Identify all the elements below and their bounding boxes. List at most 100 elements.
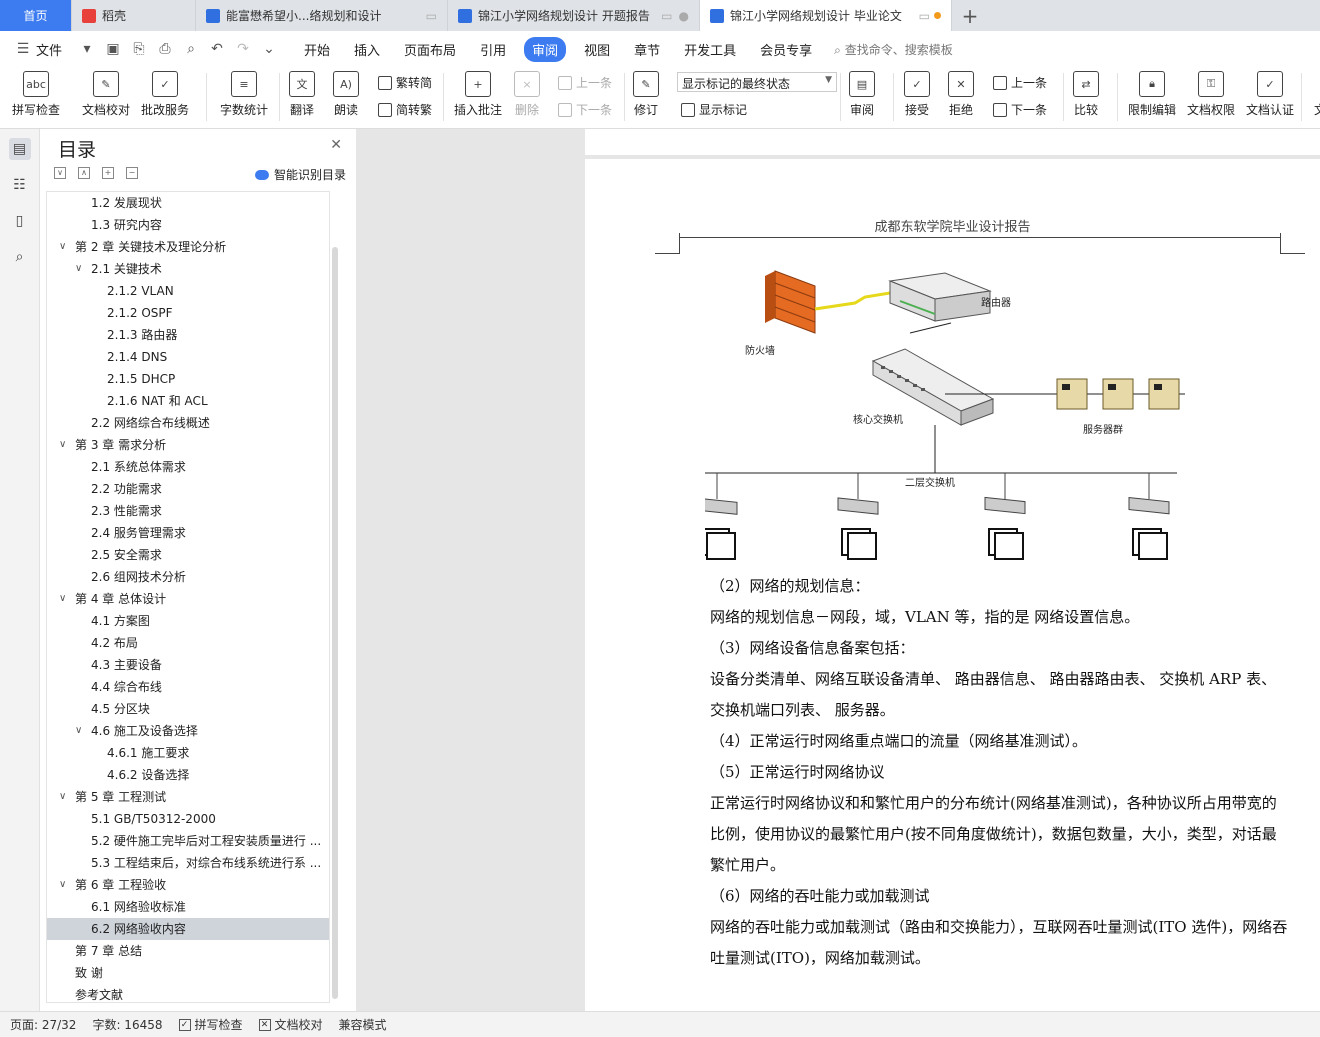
toc-item[interactable]: 4.1 方案图 bbox=[47, 610, 329, 632]
toc-item[interactable]: 4.5 分区块 bbox=[47, 698, 329, 720]
toc-item[interactable]: ∨ 第 4 章 总体设计 bbox=[47, 588, 329, 610]
toc-item[interactable]: 5.2 硬件施工完毕后对工程安装质量进行 ... bbox=[47, 830, 329, 852]
toc-item[interactable]: 4.4 综合布线 bbox=[47, 676, 329, 698]
toc-item-selected[interactable]: 6.2 网络验收内容 bbox=[47, 918, 329, 940]
toc-item[interactable]: 2.2 功能需求 bbox=[47, 478, 329, 500]
toc-item[interactable]: ∨ 2.1 关键技术 bbox=[47, 258, 329, 280]
expand-up-icon[interactable]: ∧ bbox=[78, 167, 90, 179]
toc-item[interactable]: 4.6.1 施工要求 bbox=[47, 742, 329, 764]
toc-item[interactable]: 2.1.6 NAT 和 ACL bbox=[47, 390, 329, 412]
chevron-down-icon[interactable]: ∨ bbox=[59, 874, 66, 896]
menu-item-3[interactable]: 引用 bbox=[468, 40, 518, 59]
toc-scrollbar[interactable] bbox=[332, 247, 338, 999]
preview-icon[interactable]: ⌕ bbox=[183, 41, 199, 57]
simp-to-trad-button[interactable]: 简转繁 bbox=[378, 101, 432, 118]
accept-button[interactable]: ✓ 接受 bbox=[904, 71, 930, 118]
delete-comment-button[interactable]: × 删除 bbox=[514, 71, 540, 118]
toc-item[interactable]: 6.1 网络验收标准 bbox=[47, 896, 329, 918]
word-count-indicator[interactable]: 字数: 16458 bbox=[92, 1016, 162, 1033]
chevron-down-icon[interactable]: ∨ bbox=[59, 434, 66, 456]
new-tab-button[interactable]: + bbox=[952, 0, 988, 31]
toc-item[interactable]: 2.3 性能需求 bbox=[47, 500, 329, 522]
compare-button[interactable]: ⇄ 比较 bbox=[1073, 71, 1099, 118]
toc-item[interactable]: 第 7 章 总结 bbox=[47, 940, 329, 962]
show-markup-button[interactable]: 显示标记 bbox=[681, 101, 747, 118]
redo-icon[interactable]: ↷ bbox=[235, 41, 251, 57]
chevron-down-icon[interactable]: ∨ bbox=[75, 258, 82, 280]
toc-item[interactable]: 2.1.4 DNS bbox=[47, 346, 329, 368]
next-change-button[interactable]: 下一条 bbox=[993, 101, 1047, 118]
toc-item[interactable]: 1.2 发展现状 bbox=[47, 192, 329, 214]
doc-cert-button[interactable]: ✓ 文档认证 bbox=[1246, 71, 1294, 118]
translate-button[interactable]: 文翻译 bbox=[289, 71, 315, 118]
tab-docer[interactable]: 稻壳 bbox=[72, 0, 196, 31]
toc-item[interactable]: 4.2 布局 bbox=[47, 632, 329, 654]
menu-item-5[interactable]: 视图 bbox=[572, 40, 622, 59]
tab-doc-1[interactable]: 能富懋希望小...络规划和设计 ▭ bbox=[196, 0, 448, 31]
chevron-down-icon[interactable]: ∨ bbox=[59, 786, 66, 808]
export-icon[interactable]: ⎘ bbox=[131, 41, 147, 57]
restrict-edit-button[interactable]: 🔒︎ 限制编辑 bbox=[1128, 71, 1176, 118]
tab-close-icon[interactable]: ● bbox=[679, 9, 689, 23]
tab-doc-3-active[interactable]: 锦江小学网络规划设计 毕业论文 ▭ bbox=[700, 0, 952, 31]
more-icon[interactable]: ⌄ bbox=[261, 41, 277, 57]
prev-comment-button[interactable]: 上一条 bbox=[558, 74, 612, 91]
toc-item[interactable]: 2.6 组网技术分析 bbox=[47, 566, 329, 588]
toc-item[interactable]: 4.6.2 设备选择 bbox=[47, 764, 329, 786]
spell-check-button[interactable]: abc 拼写检查 bbox=[12, 71, 60, 118]
prev-change-button[interactable]: 上一条 bbox=[993, 74, 1047, 91]
batch-service-button[interactable]: ✓ 批改服务 bbox=[141, 71, 189, 118]
command-search[interactable]: ⌕ 查找命令、搜索模板 bbox=[834, 41, 953, 58]
toc-item[interactable]: 2.1.2 OSPF bbox=[47, 302, 329, 324]
print-icon[interactable]: ⎙ bbox=[157, 41, 173, 57]
toc-item[interactable]: 致 谢 bbox=[47, 962, 329, 984]
hamburger-icon[interactable]: ☰ bbox=[15, 41, 31, 57]
toc-item[interactable]: ∨ 第 2 章 关键技术及理论分析 bbox=[47, 236, 329, 258]
menu-item-6[interactable]: 章节 bbox=[622, 40, 672, 59]
search-icon[interactable]: ⌕ bbox=[9, 246, 31, 268]
toc-item[interactable]: ∨ 第 6 章 工程验收 bbox=[47, 874, 329, 896]
markup-state-select[interactable]: 显示标记的最终状态 ▼ bbox=[677, 72, 837, 92]
tab-doc-2[interactable]: 锦江小学网络规划设计 开题报告 ▭ ● bbox=[448, 0, 700, 31]
toc-item[interactable]: 2.1.2 VLAN bbox=[47, 280, 329, 302]
toc-item[interactable]: ∨ 4.6 施工及设备选择 bbox=[47, 720, 329, 742]
monitor-icon[interactable]: ▭ bbox=[661, 9, 672, 23]
navigation-icon[interactable]: ☷ bbox=[9, 174, 31, 196]
trad-to-simp-button[interactable]: 繁转简 bbox=[378, 74, 432, 91]
toc-item[interactable]: ∨ 第 5 章 工程测试 bbox=[47, 786, 329, 808]
menu-file[interactable]: 文件 bbox=[36, 40, 74, 59]
toc-item[interactable]: 2.1.3 路由器 bbox=[47, 324, 329, 346]
more-ribbon-button[interactable]: 文 bbox=[1307, 71, 1320, 118]
proofread-button[interactable]: ✎ 文档校对 bbox=[82, 71, 130, 118]
word-count-button[interactable]: ≡ 字数统计 bbox=[220, 71, 268, 118]
tab-home[interactable]: 首页 bbox=[0, 0, 72, 31]
menu-item-2[interactable]: 页面布局 bbox=[392, 40, 468, 59]
monitor-icon[interactable]: ▭ bbox=[426, 9, 437, 23]
menu-item-7[interactable]: 开发工具 bbox=[672, 40, 748, 59]
monitor-icon[interactable]: ▭ bbox=[919, 9, 930, 23]
dropdown-icon[interactable]: ▾ bbox=[79, 41, 95, 57]
menu-item-1[interactable]: 插入 bbox=[342, 40, 392, 59]
doc-permission-button[interactable]: ⚿ 文档权限 bbox=[1187, 71, 1235, 118]
toc-item[interactable]: 5.1 GB/T50312-2000 bbox=[47, 808, 329, 830]
toc-item[interactable]: 1.3 研究内容 bbox=[47, 214, 329, 236]
track-changes-button[interactable]: ✎ 修订 bbox=[633, 71, 659, 118]
status-spell-check[interactable]: ✓ 拼写检查 bbox=[178, 1016, 243, 1033]
toc-item[interactable]: 4.3 主要设备 bbox=[47, 654, 329, 676]
smart-toc-button[interactable]: 智能识别目录 bbox=[254, 166, 346, 183]
page-indicator[interactable]: 页面: 27/32 bbox=[10, 1016, 76, 1033]
remove-heading-icon[interactable]: − bbox=[126, 167, 138, 179]
toc-item[interactable]: 2.2 网络综合布线概述 bbox=[47, 412, 329, 434]
save-icon[interactable]: ▣ bbox=[105, 41, 121, 57]
read-aloud-button[interactable]: A) 朗读 bbox=[333, 71, 359, 118]
toc-item[interactable]: 2.5 安全需求 bbox=[47, 544, 329, 566]
status-proofread[interactable]: ✕ 文档校对 bbox=[258, 1016, 323, 1033]
toc-item[interactable]: 2.1.5 DHCP bbox=[47, 368, 329, 390]
toc-item[interactable]: 参考文献 bbox=[47, 984, 329, 1002]
toc-panel-icon[interactable]: ▤ bbox=[8, 138, 31, 160]
review-pane-button[interactable]: ▤ 审阅 bbox=[849, 71, 875, 118]
bookmark-icon[interactable]: ▯ bbox=[9, 210, 31, 232]
toc-item[interactable]: 2.1 系统总体需求 bbox=[47, 456, 329, 478]
toc-item[interactable]: 2.4 服务管理需求 bbox=[47, 522, 329, 544]
chevron-down-icon[interactable]: ∨ bbox=[59, 588, 66, 610]
